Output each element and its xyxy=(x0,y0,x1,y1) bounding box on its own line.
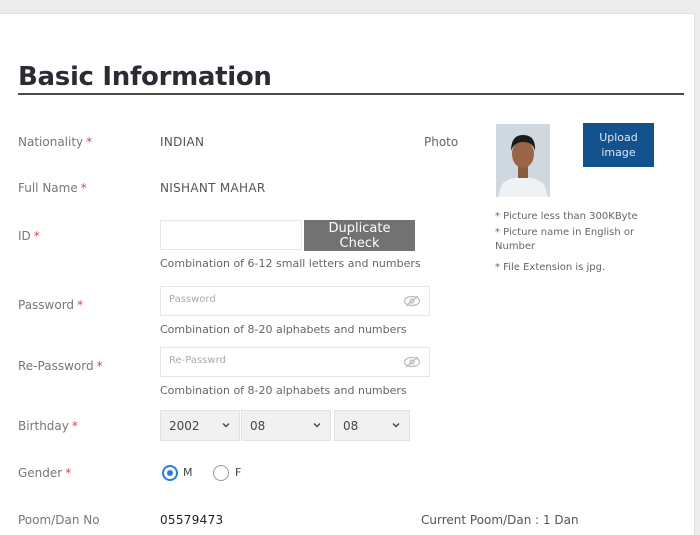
birthday-month-value: 08 xyxy=(250,419,266,433)
upload-image-button[interactable]: Upload image xyxy=(583,123,654,167)
current-poom-dan: Current Poom/Dan : 1 Dan xyxy=(421,513,579,527)
nationality-label: Nationality * xyxy=(18,135,92,149)
gender-radio-f[interactable] xyxy=(213,465,229,481)
photo-label: Photo xyxy=(424,135,459,149)
id-input[interactable] xyxy=(160,220,302,250)
password-label: Password * xyxy=(18,298,83,312)
full-name-label: Full Name * xyxy=(18,181,87,195)
required-asterisk: * xyxy=(86,135,93,149)
re-password-label-text: Re-Password xyxy=(18,359,94,373)
password-hint: Combination of 8-20 alphabets and number… xyxy=(160,323,407,336)
nationality-value: INDIAN xyxy=(160,135,205,149)
gender-radio-m[interactable] xyxy=(162,465,178,481)
gender-label-text: Gender xyxy=(18,466,63,480)
required-asterisk: * xyxy=(80,181,87,195)
photo-note-name: * Picture name in English or Number xyxy=(495,227,635,252)
birthday-month-select[interactable]: 08 xyxy=(241,410,331,441)
duplicate-check-button[interactable]: Duplicate Check xyxy=(304,220,415,251)
chevron-down-icon xyxy=(222,423,230,428)
title-divider xyxy=(18,93,684,95)
eye-slash-icon[interactable] xyxy=(403,356,421,368)
photo-note-extension: * File Extension is jpg. xyxy=(495,262,606,273)
full-name-value: NISHANT MAHAR xyxy=(160,181,266,195)
birthday-day-select[interactable]: 08 xyxy=(334,410,410,441)
gender-option-m-label: M xyxy=(183,466,193,479)
poom-dan-label: Poom/Dan No xyxy=(18,513,100,527)
poom-dan-value: 05579473 xyxy=(160,513,224,527)
birthday-label: Birthday * xyxy=(18,419,78,433)
id-label: ID * xyxy=(18,229,40,243)
birthday-day-value: 08 xyxy=(343,419,359,433)
full-name-label-text: Full Name xyxy=(18,181,78,195)
id-label-text: ID xyxy=(18,229,31,243)
chevron-down-icon xyxy=(313,423,321,428)
re-password-placeholder: Re-Passwrd xyxy=(169,355,226,366)
eye-slash-icon[interactable] xyxy=(403,295,421,307)
chevron-down-icon xyxy=(392,423,400,428)
birthday-label-text: Birthday xyxy=(18,419,69,433)
required-asterisk: * xyxy=(65,466,72,480)
password-placeholder: Password xyxy=(169,294,216,305)
required-asterisk: * xyxy=(77,298,84,312)
password-label-text: Password xyxy=(18,298,75,312)
birthday-year-value: 2002 xyxy=(169,419,200,433)
required-asterisk: * xyxy=(33,229,40,243)
gender-option-f-label: F xyxy=(235,466,242,479)
re-password-label: Re-Password * xyxy=(18,359,103,373)
section-title: Basic Information xyxy=(18,62,272,92)
gender-label: Gender * xyxy=(18,466,71,480)
profile-photo xyxy=(496,124,550,197)
id-hint: Combination of 6-12 small letters and nu… xyxy=(160,257,421,270)
birthday-year-select[interactable]: 2002 xyxy=(160,410,240,441)
required-asterisk: * xyxy=(96,359,103,373)
photo-note-size: * Picture less than 300KByte xyxy=(495,211,638,222)
person-photo-icon xyxy=(496,124,550,197)
nationality-label-text: Nationality xyxy=(18,135,84,149)
password-input[interactable]: Password xyxy=(160,286,430,316)
required-asterisk: * xyxy=(71,419,78,433)
re-password-input[interactable]: Re-Passwrd xyxy=(160,347,430,377)
re-password-hint: Combination of 8-20 alphabets and number… xyxy=(160,384,407,397)
